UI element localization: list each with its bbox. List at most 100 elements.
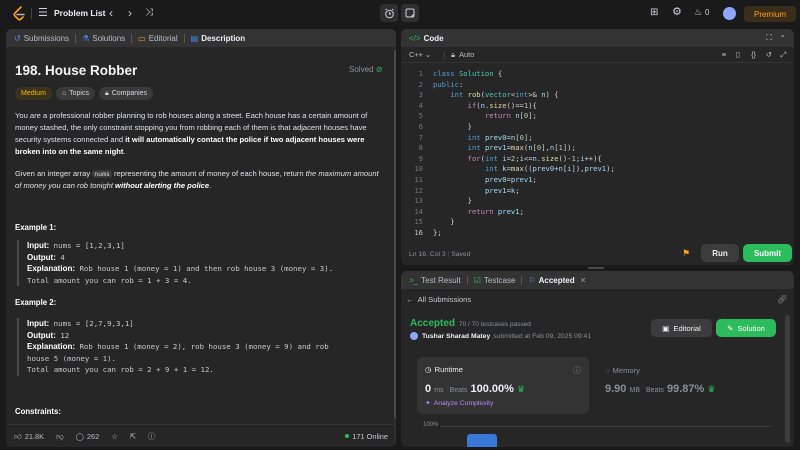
bookmark-icon[interactable]: ▯ <box>736 50 740 59</box>
note-icon <box>405 8 415 18</box>
format-lines-icon[interactable]: ≡ <box>722 50 726 59</box>
document-icon: ▤ <box>190 33 199 43</box>
divider <box>31 8 32 19</box>
language-select[interactable]: C++ ⌄ <box>409 50 431 59</box>
chart-gridline <box>441 426 771 427</box>
auto-mode[interactable]: Auto <box>459 50 474 59</box>
description-panel: ↺ Submissions ⚗ Solutions ▭ Editorial ▤ Desc… <box>6 29 396 447</box>
tab-editorial[interactable]: ▭ Editorial <box>138 34 177 43</box>
list-icon[interactable]: ☰ <box>38 8 48 19</box>
notes-button[interactable] <box>401 4 419 22</box>
run-button[interactable]: Run <box>701 244 739 262</box>
topics-tag[interactable]: ⌂ Topics <box>55 87 95 100</box>
chevron-up-icon[interactable]: ⌃ <box>779 34 786 43</box>
divider <box>75 33 77 43</box>
memory-label[interactable]: ◌ Memory <box>605 366 640 375</box>
tab-test-result[interactable]: >_ Test Result <box>409 276 461 285</box>
description-tabs: ↺ Submissions ⚗ Solutions ▭ Editorial ▤ Desc… <box>6 29 396 47</box>
tab-solutions[interactable]: ⚗ Solutions <box>82 34 125 43</box>
book-icon: ▭ <box>138 33 146 43</box>
example-2-box: Input: nums = [2,7,9,3,1] Output: 12 Exp… <box>17 318 377 376</box>
question-icon: ⓘ <box>148 431 156 441</box>
link-icon[interactable]: 🔗︎ <box>777 295 787 304</box>
code-title: Code <box>423 33 444 43</box>
chart-tick-label: 100% <box>423 422 439 428</box>
thumbs-down-icon: 👎︎ <box>56 431 64 441</box>
arrow-left-icon: ← <box>406 295 414 304</box>
submit-button[interactable]: Submit <box>743 244 792 262</box>
star-icon: ☆ <box>111 431 118 441</box>
prev-problem-icon[interactable]: ‹ <box>109 7 113 19</box>
analyze-complexity-link[interactable]: ✦ Analyze Complexity <box>425 399 493 407</box>
close-icon[interactable]: ✕ <box>580 276 587 285</box>
description-footer: 👍︎ 21.8K 👎︎ ◯ 262 ☆ ⇱ ⓘ 171 Online <box>6 424 396 447</box>
distribution-bar[interactable] <box>467 434 497 447</box>
result-tabs: >_ Test Result ☑ Testcase ⚐ Accepted ✕ <box>401 271 794 289</box>
shuffle-icon[interactable]: ⤨ <box>145 8 153 18</box>
avatar <box>410 332 418 340</box>
accepted-status: Accepted 70 / 70 testcases passed <box>410 318 531 329</box>
scrollbar[interactable] <box>394 49 396 419</box>
timer-button[interactable] <box>380 4 398 22</box>
edit-icon: ✎ <box>727 323 734 333</box>
lock-icon: 🔒︎ <box>104 89 109 97</box>
gear-icon[interactable]: ⚙ <box>672 7 682 18</box>
runtime-card[interactable]: ◷ Runtime ⓘ 0 ms Beats 100.00% ♛ ✦ Analyze … <box>417 357 589 414</box>
solution-button[interactable]: ✎ Solution <box>716 319 776 337</box>
debug-icon[interactable]: ⚑ <box>682 248 690 259</box>
top-navbar: ☰ Problem List ‹ › ⤨ ⊞ ⚙ ♨ 0 Premium <box>0 0 800 27</box>
fire-icon[interactable]: ♨ <box>694 8 702 17</box>
tab-accepted[interactable]: ⚐ Accepted ✕ <box>528 276 586 285</box>
flag-icon: ⚐ <box>528 275 536 285</box>
tab-testcase[interactable]: ☑ Testcase <box>474 276 516 285</box>
panel-resize-handle[interactable] <box>588 267 604 269</box>
scrollbar[interactable] <box>785 315 790 443</box>
tag-row: Medium ⌂ Topics 🔒︎ Companies <box>15 87 157 100</box>
difficulty-badge[interactable]: Medium <box>15 87 52 100</box>
submitter-name[interactable]: Tushar Sharad Matey <box>422 333 490 340</box>
dislike-button[interactable]: 👎︎ <box>56 432 64 441</box>
reset-icon[interactable]: ↺ <box>766 50 772 59</box>
code-lines: class Solution { public: int rob(vector<… <box>433 69 615 237</box>
grid-apps-icon[interactable]: ⊞ <box>650 8 658 18</box>
avatar[interactable] <box>723 7 736 20</box>
expand-icon[interactable]: ⤢ <box>780 50 786 60</box>
tab-submissions[interactable]: ↺ Submissions <box>14 34 69 43</box>
companies-tag[interactable]: 🔒︎ Companies <box>98 87 154 100</box>
favorite-button[interactable]: ☆ <box>111 432 118 441</box>
maximize-icon[interactable]: ⛶ <box>766 33 772 43</box>
example-1-title: Example 1: <box>15 223 57 232</box>
code-panel: </> Code ⛶ ⌃ C++ ⌄ | 🔒︎ Auto ≡ ▯ {} ↺ ⤢ … <box>401 29 794 265</box>
code-icon: </> <box>409 33 421 43</box>
code-header: </> Code ⛶ ⌃ <box>401 29 794 47</box>
tab-description[interactable]: ▤ Description <box>191 34 246 43</box>
online-dot <box>345 434 350 438</box>
coin-count: 0 <box>705 8 710 17</box>
editor-status: Ln 16, Col 3 | Saved <box>409 251 471 258</box>
info-icon[interactable]: ⓘ <box>573 365 581 376</box>
leetcode-logo[interactable] <box>12 6 26 21</box>
trophy-icon: ♛ <box>707 384 716 394</box>
premium-button[interactable]: Premium <box>744 6 796 22</box>
comment-icon: ◯ <box>75 431 84 441</box>
help-button[interactable]: ⓘ <box>148 431 155 442</box>
clock-icon: ◷ <box>425 365 432 374</box>
history-icon: ↺ <box>14 33 21 43</box>
description-paragraph-1: You are a professional robber planning t… <box>15 111 368 156</box>
problem-list-link[interactable]: Problem List <box>54 8 105 18</box>
like-button[interactable]: 👍︎ 21.8K <box>14 432 44 441</box>
next-problem-icon[interactable]: › <box>128 7 132 19</box>
braces-icon[interactable]: {} <box>751 50 756 59</box>
lock-icon: 🔒︎ <box>451 49 456 59</box>
chevron-down-icon: ⌄ <box>425 50 432 59</box>
all-submissions-link[interactable]: ← All Submissions <box>406 295 471 304</box>
example-1-box: Input: nums = [1,2,3,1] Output: 4 Explan… <box>17 240 377 286</box>
trophy-icon: ♛ <box>517 384 526 394</box>
share-button[interactable]: ⇱ <box>130 432 136 441</box>
comments-button[interactable]: ◯ 262 <box>76 432 100 441</box>
alarm-clock-icon <box>384 8 394 18</box>
memory-value: 9.90 MB Beats 99.87% ♛ <box>605 383 716 395</box>
code-editor[interactable]: 1 2 3 4 5 6 7 8 9 10 11 12 13 14 15 16 c… <box>401 69 794 237</box>
divider <box>521 275 523 285</box>
editorial-button[interactable]: ▣ Editorial <box>651 319 712 337</box>
